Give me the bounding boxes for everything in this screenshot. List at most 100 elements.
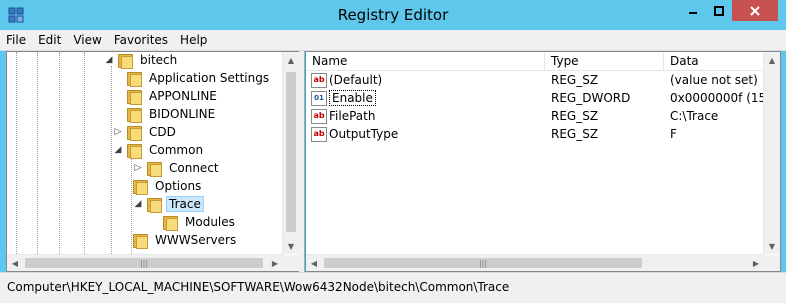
chevron-left-icon: ◀ (11, 258, 19, 268)
tree-node-label[interactable]: Connect (166, 160, 222, 176)
tree-node-label[interactable]: bitech (137, 52, 180, 68)
menu-view[interactable]: View (67, 30, 107, 50)
tree-node-connect[interactable]: ▷ Connect (132, 159, 222, 177)
menu-help[interactable]: Help (174, 30, 213, 50)
tree-guide-line (37, 52, 38, 254)
tree-node-application-settings[interactable]: Application Settings (126, 69, 272, 87)
minimize-button[interactable] (680, 0, 706, 21)
scroll-up-button[interactable]: ▲ (764, 52, 780, 68)
list-vertical-scrollbar[interactable]: ▲ ▼ (763, 52, 780, 254)
value-name[interactable]: Enable (329, 90, 376, 106)
grip-icon: ||| (478, 258, 488, 268)
tree-node-apponline[interactable]: APPONLINE (126, 87, 220, 105)
value-type: REG_SZ (551, 127, 599, 141)
chevron-up-icon: ▲ (287, 55, 295, 65)
folder-icon (162, 215, 178, 231)
value-name[interactable]: OutputType (329, 127, 398, 141)
collapse-arrow-icon[interactable]: ◢ (132, 198, 144, 210)
tree-node-label[interactable]: APPONLINE (146, 88, 220, 104)
tree-node-cdd[interactable]: ▷ CDD (112, 123, 179, 141)
chevron-right-icon: ▶ (271, 258, 279, 268)
scroll-left-button[interactable]: ◀ (306, 255, 322, 271)
column-header-data[interactable]: Data (664, 52, 764, 70)
tree-node-label[interactable]: Application Settings (146, 70, 272, 86)
tree-node-wwwservers[interactable]: WWWServers (132, 231, 239, 249)
expand-arrow-icon[interactable]: ▷ (112, 126, 124, 138)
value-name[interactable]: (Default) (329, 73, 382, 87)
tree-node-trace[interactable]: ◢ Trace (132, 195, 204, 213)
collapse-arrow-icon[interactable]: ◢ (103, 54, 115, 66)
scroll-down-button[interactable]: ▼ (283, 238, 299, 254)
tree-node-label[interactable]: WWWServers (152, 232, 239, 248)
list-horizontal-scrollbar[interactable]: ◀ ||| ▶ (306, 254, 764, 271)
window-title: Registry Editor (337, 6, 449, 24)
key-tree-pane[interactable]: ◢ bitech Application Settings APPONLINE BIDO… (6, 51, 300, 272)
tree-node-label[interactable]: CDD (146, 124, 179, 140)
maximize-button[interactable] (706, 0, 732, 21)
scroll-up-button[interactable]: ▲ (283, 52, 299, 68)
column-header-name[interactable]: Name (306, 52, 545, 70)
value-name[interactable]: FilePath (329, 109, 375, 123)
close-icon (750, 5, 760, 16)
tree-node-label[interactable]: Options (152, 178, 204, 194)
folder-icon (132, 179, 148, 195)
scroll-left-button[interactable]: ◀ (7, 255, 23, 271)
binary-value-icon: 01 (311, 90, 327, 106)
tree-node-common[interactable]: ◢ Common (112, 141, 206, 159)
folder-icon (146, 197, 162, 213)
folder-icon (126, 125, 142, 141)
tree-node-options[interactable]: Options (132, 177, 204, 195)
string-value-icon: ab (311, 108, 327, 124)
tree-vertical-thumb[interactable] (286, 72, 296, 232)
value-data: F (670, 127, 677, 141)
tree-node-modules[interactable]: Modules (162, 213, 238, 231)
tree-guide-line (84, 52, 85, 254)
tree-horizontal-scrollbar[interactable]: ◀ ||| ▶ (7, 254, 283, 271)
folder-icon (126, 143, 142, 159)
scroll-right-button[interactable]: ▶ (748, 255, 764, 271)
value-type: REG_SZ (551, 73, 599, 87)
expand-arrow-icon[interactable]: ▷ (132, 162, 144, 174)
column-header-type[interactable]: Type (545, 52, 664, 70)
tree-guide-line (59, 52, 60, 254)
tree-node-label[interactable]: Common (146, 142, 206, 158)
folder-icon (132, 233, 148, 249)
value-row-outputtype[interactable]: ab OutputType REG_SZ F (306, 125, 764, 143)
maximize-icon (714, 5, 724, 16)
folder-icon (146, 161, 162, 177)
grip-icon: ||| (139, 258, 149, 268)
value-type: REG_SZ (551, 109, 599, 123)
value-data: C:\Trace (670, 109, 719, 123)
values-list-pane[interactable]: Name Type Data ab (Default) REG_SZ (value n… (305, 51, 781, 272)
collapse-arrow-icon[interactable]: ◢ (112, 144, 124, 156)
scroll-right-button[interactable]: ▶ (267, 255, 283, 271)
value-row-enable[interactable]: 01 Enable REG_DWORD 0x0000000f (15) (306, 89, 771, 107)
tree-node-label[interactable]: Trace (166, 196, 204, 212)
string-value-icon: ab (311, 126, 327, 142)
value-row-default[interactable]: ab (Default) REG_SZ (value not set) (306, 71, 764, 89)
chevron-right-icon: ▶ (752, 258, 760, 268)
value-data: (value not set) (670, 73, 758, 87)
list-horizontal-thumb[interactable]: ||| (324, 258, 642, 268)
folder-icon (117, 53, 133, 69)
tree-vertical-scrollbar[interactable]: ▲ ▼ (282, 52, 299, 254)
menu-edit[interactable]: Edit (32, 30, 67, 50)
tree-node-label[interactable]: BIDONLINE (146, 106, 218, 122)
minimize-icon (689, 11, 697, 14)
tree-horizontal-thumb[interactable]: ||| (25, 258, 263, 268)
tree-node-bidonline[interactable]: BIDONLINE (126, 105, 218, 123)
pane-splitter[interactable] (299, 51, 304, 272)
tree-node-label[interactable]: Modules (182, 214, 238, 230)
value-row-filepath[interactable]: ab FilePath REG_SZ C:\Trace (306, 107, 764, 125)
folder-icon (126, 107, 142, 123)
list-header: Name Type Data (306, 52, 764, 71)
tree-node-bitech[interactable]: ◢ bitech (103, 52, 180, 69)
tree-guide-line (16, 52, 17, 254)
menu-favorites[interactable]: Favorites (108, 30, 174, 50)
close-button[interactable] (732, 0, 778, 21)
title-bar[interactable]: Registry Editor (0, 0, 786, 30)
menu-file[interactable]: File (0, 30, 32, 50)
value-type: REG_DWORD (551, 91, 631, 105)
key-tree[interactable]: ◢ bitech Application Settings APPONLINE BIDO… (7, 52, 283, 254)
scroll-down-button[interactable]: ▼ (764, 238, 780, 254)
